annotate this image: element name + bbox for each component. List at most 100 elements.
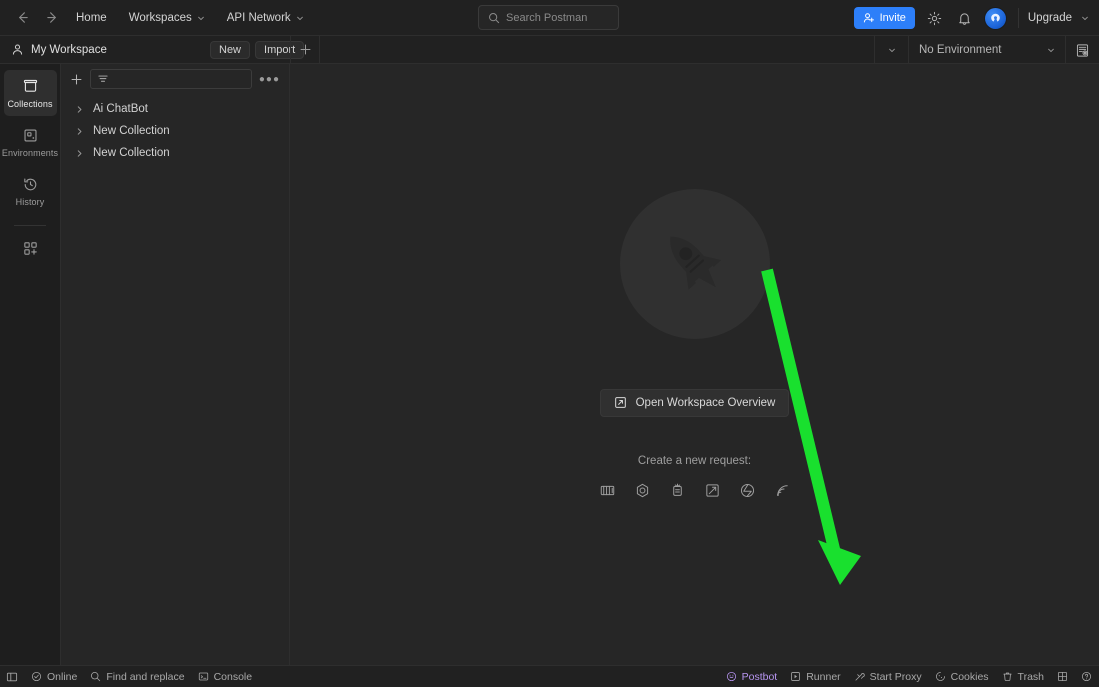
nav-item-workspaces[interactable]: Workspaces [127, 9, 207, 27]
rocket-illustration [619, 188, 770, 339]
chevron-right-icon [77, 127, 82, 135]
chevron-down-icon [1082, 16, 1088, 21]
global-search: Search Postman [478, 5, 619, 30]
workspace-tab-bar: My Workspace New Import No Environment [0, 35, 1099, 64]
sidebar-item-history-label: History [15, 196, 45, 207]
graphql-request-icon[interactable] [737, 481, 757, 501]
collections-icon [23, 79, 37, 92]
back-icon[interactable] [14, 10, 30, 26]
collection-name: New Collection [93, 125, 170, 137]
history-icon [23, 177, 36, 190]
left-activity-rail: Collections Environments History [0, 64, 61, 665]
layout-icon [1057, 671, 1068, 682]
postbot-icon [726, 671, 737, 682]
chevron-down-icon [296, 16, 303, 20]
invite-button[interactable]: Invite [853, 7, 915, 29]
start-proxy-button[interactable]: Start Proxy [854, 671, 922, 683]
sidebar-filter-input[interactable] [90, 69, 252, 89]
sidebar-item-history[interactable]: History [4, 168, 57, 214]
console-label: Console [213, 670, 253, 683]
chevron-down-icon [1048, 48, 1054, 53]
toggle-sidebar-icon[interactable] [6, 671, 18, 683]
gear-icon[interactable] [925, 8, 945, 28]
main-content-area: Open Workspace Overview Create a new req… [290, 64, 1099, 665]
user-avatar[interactable] [984, 7, 1006, 29]
layout-button[interactable] [1057, 671, 1068, 682]
list-item[interactable]: New Collection [61, 120, 289, 142]
mqtt-request-icon[interactable] [772, 481, 792, 501]
trash-button[interactable]: Trash [1002, 671, 1044, 683]
environment-selector[interactable]: No Environment [908, 36, 1065, 64]
search-placeholder: Search Postman [506, 11, 588, 24]
online-status-label: Online [47, 670, 78, 683]
search-icon [489, 12, 500, 23]
runner-label: Runner [806, 670, 841, 683]
collections-sidebar: ●●● Ai ChatBot New Collection New Collec… [61, 64, 290, 665]
forward-icon[interactable] [44, 10, 60, 26]
postman-app-window: Home Workspaces API Network Search Postm… [0, 0, 1099, 687]
add-apps-icon[interactable] [10, 232, 50, 264]
upgrade-button[interactable]: Upgrade [1017, 8, 1089, 28]
chevron-down-icon [197, 16, 204, 20]
tab-list-dropdown[interactable] [874, 36, 908, 64]
runner-button[interactable]: Runner [790, 670, 841, 683]
toggle-sidebar-glyph [6, 671, 18, 683]
sidebar-item-collections[interactable]: Collections [3, 70, 57, 116]
top-bar-actions: Invite Upgrade [853, 0, 1089, 36]
find-and-replace-button[interactable]: Find and replace [90, 670, 185, 683]
open-workspace-overview-button[interactable]: Open Workspace Overview [599, 388, 790, 417]
start-proxy-label: Start Proxy [869, 670, 922, 683]
plus-icon [300, 44, 310, 55]
person-add-icon [863, 13, 874, 23]
external-link-icon [614, 397, 626, 408]
open-workspace-overview-label: Open Workspace Overview [635, 396, 776, 409]
environments-icon [23, 128, 37, 142]
workspace-name: My Workspace [31, 43, 107, 56]
list-item[interactable]: New Collection [61, 142, 289, 164]
upgrade-label: Upgrade [1027, 12, 1072, 24]
person-icon [12, 44, 23, 55]
online-status[interactable]: Online [31, 671, 77, 683]
trash-icon [1002, 671, 1013, 682]
collections-list: Ai ChatBot New Collection New Collection [61, 94, 289, 164]
workspace-selector[interactable]: My Workspace [0, 43, 107, 56]
nav-item-home-label: Home [76, 11, 107, 24]
new-tab-button[interactable] [290, 35, 320, 64]
nav-item-api-network[interactable]: API Network [225, 9, 306, 27]
postbot-button[interactable]: Postbot [726, 671, 777, 683]
sidebar-item-environments[interactable]: Environments [2, 119, 58, 165]
new-button[interactable]: New [210, 40, 251, 59]
history-navigation [0, 10, 74, 26]
help-button[interactable] [1081, 671, 1092, 682]
bell-icon[interactable] [955, 8, 975, 28]
search-icon [90, 671, 101, 682]
proxy-icon [854, 671, 865, 682]
chevron-right-icon [77, 149, 82, 157]
socketio-request-icon[interactable] [702, 481, 722, 501]
sidebar-toolbar: ●●● [61, 64, 289, 94]
search-input[interactable]: Search Postman [478, 5, 619, 30]
chevron-down-icon [888, 48, 895, 53]
nav-item-workspaces-label: Workspaces [128, 11, 192, 24]
status-bar-right: Postbot Runner Start Proxy Cookies Trash [726, 671, 1092, 683]
create-new-icon[interactable] [70, 73, 83, 86]
http-request-icon[interactable] [597, 481, 617, 501]
collection-name: Ai ChatBot [93, 103, 148, 115]
filter-icon [98, 75, 108, 82]
runner-icon [790, 671, 801, 682]
request-type-icons [597, 481, 792, 501]
cookies-label: Cookies [950, 670, 989, 683]
invite-button-label: Invite [879, 12, 906, 24]
cookies-button[interactable]: Cookies [935, 671, 989, 683]
find-and-replace-label: Find and replace [106, 670, 185, 683]
console-button[interactable]: Console [198, 670, 253, 683]
nav-item-home[interactable]: Home [74, 9, 109, 27]
cookies-icon [935, 671, 946, 682]
environment-quicklook-icon[interactable] [1065, 36, 1099, 64]
list-item[interactable]: Ai ChatBot [61, 98, 289, 120]
create-new-request-label: Create a new request: [637, 454, 752, 467]
grpc-request-icon[interactable] [632, 481, 652, 501]
more-options-icon[interactable]: ●●● [259, 74, 280, 85]
console-icon [198, 671, 209, 682]
websocket-request-icon[interactable] [667, 481, 687, 501]
